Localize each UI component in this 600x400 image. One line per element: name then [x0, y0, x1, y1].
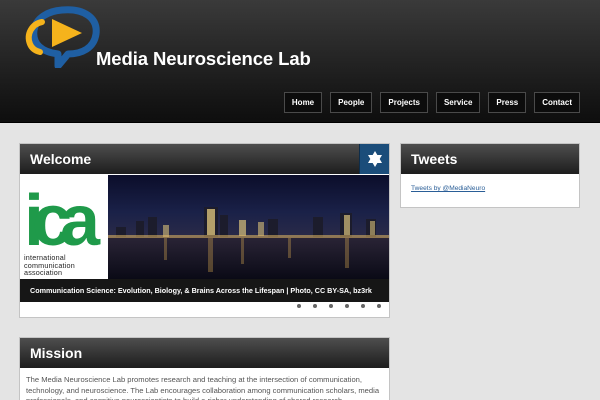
ica-logo-text: international communication association — [24, 253, 75, 277]
nav-home[interactable]: Home — [283, 92, 323, 113]
slider-dot[interactable] — [297, 304, 301, 308]
image-slider[interactable]: ica international communication associat… — [20, 175, 389, 302]
site-header: Media Neuroscience Lab Home People Proje… — [0, 0, 600, 123]
tweets-title: Tweets — [411, 151, 458, 167]
slider-dot[interactable] — [377, 304, 381, 308]
mission-panel: Mission The Media Neuroscience Lab promo… — [19, 337, 390, 400]
slider-dot[interactable] — [361, 304, 365, 308]
mission-title: Mission — [30, 345, 83, 361]
star-of-david-icon — [368, 151, 382, 167]
welcome-title: Welcome — [30, 151, 92, 167]
slider-dot[interactable] — [345, 304, 349, 308]
slider-dot[interactable] — [329, 304, 333, 308]
mission-text: The Media Neuroscience Lab promotes rese… — [26, 375, 380, 400]
ica-logo: ica international communication associat… — [20, 175, 108, 279]
nav-people[interactable]: People — [330, 92, 373, 113]
tweets-link[interactable]: Tweets by @MediaNeuro — [411, 185, 485, 192]
slider-dot[interactable] — [313, 304, 317, 308]
nav-contact[interactable]: Contact — [534, 92, 580, 113]
play-speech-bubble-logo-icon[interactable] — [22, 4, 104, 68]
slide-caption: Communication Science: Evolution, Biolog… — [20, 279, 389, 302]
tweets-header: Tweets — [401, 144, 579, 174]
svg-text:ica: ica — [24, 181, 101, 251]
nav-service[interactable]: Service — [435, 92, 481, 113]
star-button[interactable] — [359, 144, 389, 174]
slider-pagination — [297, 304, 381, 308]
main-nav: Home People Projects Service Press Conta… — [283, 92, 580, 113]
mission-header: Mission — [20, 338, 389, 368]
nav-press[interactable]: Press — [488, 92, 527, 113]
tweets-panel: Tweets Tweets by @MediaNeuro — [400, 143, 580, 208]
nav-projects[interactable]: Projects — [380, 92, 428, 113]
ica-logo-letters: ica — [24, 181, 104, 251]
welcome-header: Welcome — [20, 144, 389, 174]
welcome-panel: Welcome ica international communication … — [19, 143, 390, 318]
site-title[interactable]: Media Neuroscience Lab — [96, 48, 311, 70]
city-night-skyline-image — [108, 175, 389, 279]
